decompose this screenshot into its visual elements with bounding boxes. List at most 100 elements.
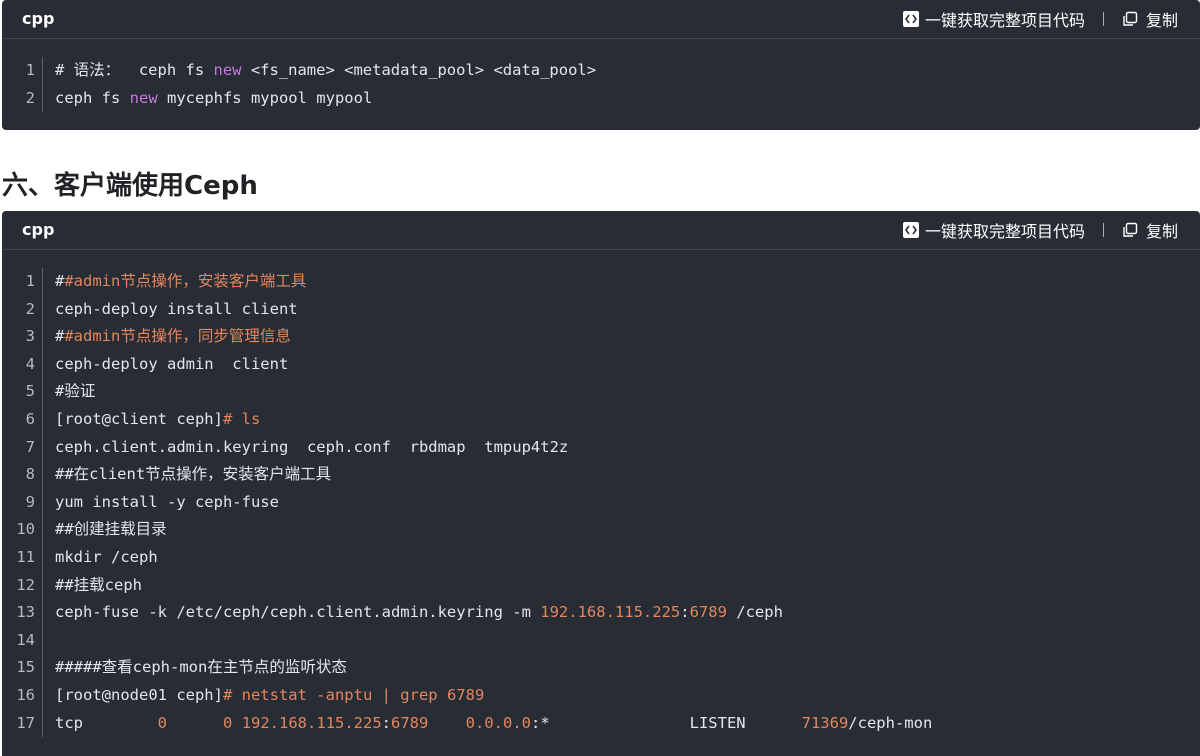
code-token: #admin节点操作，同步管理信息: [64, 327, 291, 346]
code-token: 6789: [391, 713, 429, 732]
line-number: 11: [2, 543, 43, 572]
code-line: 16 [root@node01 ceph]# netstat -anptu | g…: [2, 681, 1200, 710]
code-text: ##admin节点操作，同步管理信息: [43, 323, 291, 351]
line-number: 10: [2, 516, 43, 544]
copy-icon: [1122, 11, 1138, 27]
code-text: ##挂载ceph: [43, 572, 142, 600]
code-token: ceph-deploy install client: [55, 299, 298, 318]
line-number: 8: [2, 461, 43, 489]
code-line: 14: [2, 626, 1200, 655]
line-number: 14: [2, 626, 43, 655]
line-number: 2: [2, 84, 43, 113]
code-text: tcp 0 0 192.168.115.225:6789 0.0.0.0:* L…: [43, 710, 932, 738]
code-text: ceph fs new mycephfs mypool mypool: [43, 85, 372, 113]
line-number: 1: [2, 268, 43, 296]
code-line: 4 ceph-deploy admin client: [2, 350, 1200, 379]
get-full-code-button[interactable]: 一键获取完整项目代码: [902, 218, 1085, 242]
code-icon: [902, 11, 919, 27]
line-number: 6: [2, 405, 43, 434]
code-token: #admin节点操作，安装客户端工具: [64, 272, 307, 290]
copy-label: 复制: [1145, 222, 1178, 241]
get-full-code-label: 一键获取完整项目代码: [924, 222, 1085, 241]
line-number: 13: [2, 599, 43, 627]
code-block-1: cpp 一键获取完整项目代码 复制 1 # 语法： ceph fs new <fs…: [2, 0, 1200, 130]
code-text: ##在client节点操作，安装客户端工具: [43, 461, 331, 489]
code-token: new: [129, 88, 158, 107]
code-text: ceph-fuse -k /etc/ceph/ceph.client.admin…: [43, 599, 783, 627]
line-number: 2: [2, 295, 43, 324]
line-number: 17: [2, 709, 43, 738]
language-label: cpp: [22, 9, 55, 28]
code-token: ##创建挂载目录: [55, 520, 167, 539]
code-token: :: [680, 603, 690, 622]
code-token: ##挂载ceph: [55, 575, 142, 594]
code-line: 7 ceph.client.admin.keyring ceph.conf rbd…: [2, 433, 1200, 462]
line-number: 7: [2, 433, 43, 462]
code-text: [root@client ceph]# ls: [43, 406, 260, 434]
code-token: #####查看ceph-mon在主节点的监听状态: [55, 658, 347, 677]
code-line: 8 ##在client节点操作，安装客户端工具: [2, 461, 1200, 489]
code-line: 1 ##admin节点操作，安装客户端工具: [2, 268, 1200, 296]
copy-icon: [1122, 222, 1138, 238]
line-number: 9: [2, 488, 43, 517]
get-full-code-label: 一键获取完整项目代码: [924, 11, 1085, 30]
code-token: # ls: [222, 409, 261, 428]
code-token: # 语法： ceph fs: [55, 61, 214, 79]
code-token: yum install -y ceph-fuse: [55, 492, 279, 511]
code-token: 0: [157, 713, 167, 732]
code-token: 0: [223, 713, 233, 732]
code-line: 13 ceph-fuse -k /etc/ceph/ceph.client.adm…: [2, 599, 1200, 627]
code-token: /ceph-mon: [848, 713, 933, 732]
code-toolbar: 一键获取完整项目代码 复制: [902, 7, 1178, 31]
code-text: ceph.client.admin.keyring ceph.conf rbdm…: [43, 434, 568, 462]
code-line: 11 mkdir /ceph: [2, 543, 1200, 572]
code-token: mkdir /ceph: [55, 547, 158, 566]
code-token: ##在client节点操作，安装客户端工具: [55, 465, 332, 484]
code-line: 1 # 语法： ceph fs new <fs_name> <metadata_p…: [2, 57, 1200, 85]
code-token: <fs_name> <metadata_pool> <data_pool>: [241, 61, 597, 79]
copy-button[interactable]: 复制: [1122, 7, 1178, 31]
code-line: 15 #####查看ceph-mon在主节点的监听状态: [2, 654, 1200, 682]
section-title: 六、客户端使用Ceph: [2, 171, 258, 201]
toolbar-divider: [1102, 12, 1104, 26]
line-number: 4: [2, 350, 43, 379]
code-token: [root@node01 ceph]: [55, 685, 223, 704]
code-line: 10 ##创建挂载目录: [2, 516, 1200, 544]
get-full-code-button[interactable]: 一键获取完整项目代码: [902, 7, 1085, 31]
code-toolbar: 一键获取完整项目代码 复制: [902, 218, 1178, 242]
code-text: [root@node01 ceph]# netstat -anptu | gre…: [43, 682, 484, 710]
code-token: tcp: [55, 713, 158, 732]
copy-button[interactable]: 复制: [1122, 218, 1178, 242]
line-number: 12: [2, 571, 43, 600]
code-token: mycephfs mypool mypool: [157, 88, 373, 107]
code-text: #验证: [43, 378, 95, 406]
code-block-2: cpp 一键获取完整项目代码 复制 1 ##admin节点操作，安装客户端工具 2 c…: [2, 211, 1200, 756]
code-line: 9 yum install -y ceph-fuse: [2, 488, 1200, 517]
code-token: 192.168.115.225: [540, 603, 681, 622]
line-number: 1: [2, 57, 43, 85]
code-text: ceph-deploy admin client: [43, 351, 288, 379]
code-text: ##创建挂载目录: [43, 516, 167, 544]
code-token: :* LISTEN: [531, 713, 802, 732]
code-token: ceph-deploy admin client: [55, 354, 289, 373]
code-text: #####查看ceph-mon在主节点的监听状态: [43, 654, 347, 682]
line-number: 5: [2, 378, 43, 406]
code-line: 6 [root@client ceph]# ls: [2, 405, 1200, 434]
code-line: 2 ceph-deploy install client: [2, 295, 1200, 324]
code-token: [root@client ceph]: [55, 409, 223, 428]
code-token: /ceph: [726, 603, 783, 622]
line-number: 16: [2, 681, 43, 710]
line-number: 3: [2, 323, 43, 351]
code-text: mkdir /ceph: [43, 544, 158, 572]
code-token: ceph.client.admin.keyring ceph.conf rbdm…: [55, 437, 569, 456]
code-icon: [902, 222, 919, 238]
toolbar-divider: [1102, 223, 1104, 237]
line-number: 15: [2, 654, 43, 682]
code-header: cpp 一键获取完整项目代码 复制: [2, 0, 1200, 39]
code-line: 17 tcp 0 0 192.168.115.225:6789 0.0.0.0:*…: [2, 709, 1200, 738]
code-token: ceph-fuse -k /etc/ceph/ceph.client.admin…: [55, 603, 541, 622]
code-token: #: [55, 327, 65, 346]
